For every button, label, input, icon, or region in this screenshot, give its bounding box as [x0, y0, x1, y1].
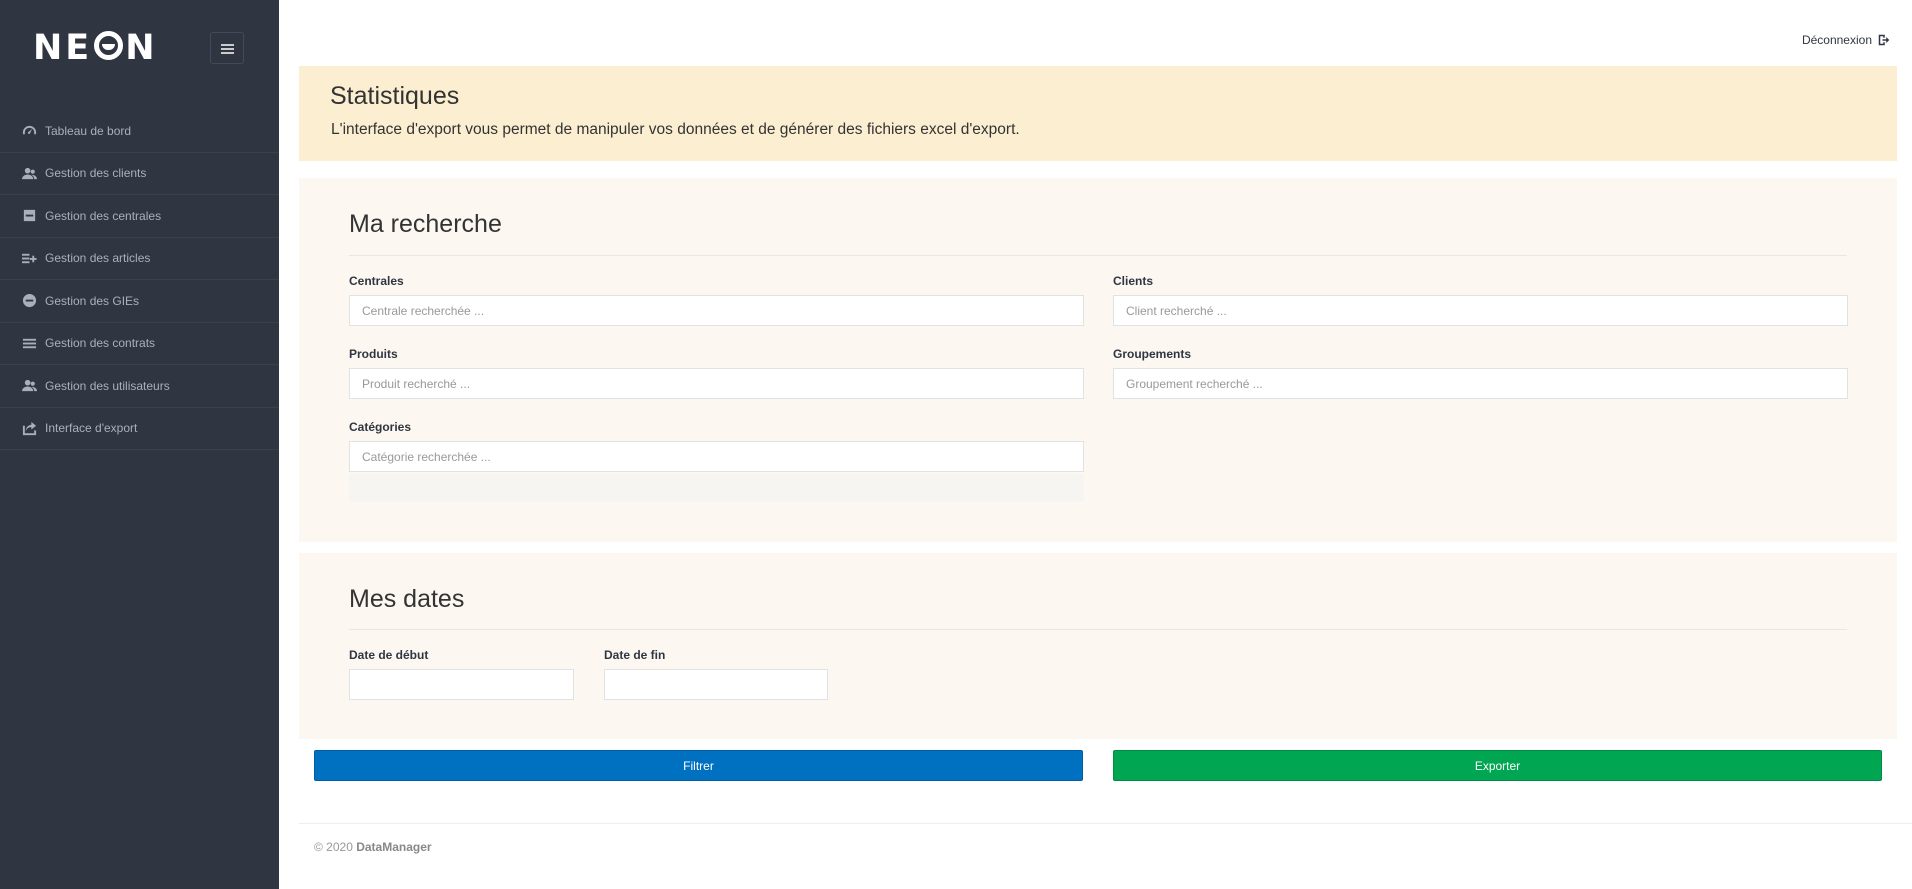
brand-logo[interactable]: NE N [33, 28, 158, 68]
sidebar-item-label: Gestion des articles [45, 251, 151, 266]
categories-label: Catégories [349, 420, 412, 434]
logo-text-left: NE [33, 28, 93, 68]
search-panel-title: Ma recherche [349, 210, 502, 238]
sidebar-item-label: Gestion des clients [45, 166, 147, 181]
page-title: Statistiques [330, 82, 460, 110]
end-date-label: Date de fin [604, 648, 666, 662]
export-icon [22, 421, 37, 436]
groupements-input[interactable] [1113, 368, 1848, 399]
dates-panel-title: Mes dates [349, 585, 465, 613]
dropdown-shadow [349, 474, 1084, 502]
list-icon [22, 336, 37, 351]
sidebar-item-label: Gestion des centrales [45, 208, 162, 223]
start-date-input[interactable] [349, 669, 574, 700]
sidebar-item-gies[interactable]: Gestion des GIEs [0, 280, 279, 323]
filter-button[interactable]: Filtrer [314, 750, 1083, 781]
sidebar-item-label: Interface d'export [45, 421, 138, 436]
logo-text-right: N [125, 28, 158, 68]
centrales-input[interactable] [349, 295, 1084, 326]
produits-label: Produits [349, 347, 398, 361]
categories-input[interactable] [349, 441, 1084, 472]
sidebar-item-label: Gestion des GIEs [45, 293, 140, 308]
hamburger-icon-line [221, 48, 234, 50]
produits-input[interactable] [349, 368, 1084, 399]
box-icon [22, 208, 37, 223]
centrales-label: Centrales [349, 274, 404, 288]
sidebar-item-label: Gestion des utilisateurs [45, 378, 170, 393]
users-icon [22, 166, 37, 181]
page-banner: Statistiques L'interface d'export vous p… [299, 66, 1897, 161]
users-icon [22, 378, 37, 393]
end-date-input[interactable] [604, 669, 828, 700]
footer-copyright: © 2020 [314, 840, 353, 854]
sidebar-item-articles[interactable]: Gestion des articles [0, 238, 279, 280]
page-description: L'interface d'export vous permet de mani… [331, 121, 1020, 138]
menu-toggle-button[interactable] [210, 32, 244, 64]
list-add-icon [22, 251, 37, 266]
footer: © 2020 DataManager [314, 840, 432, 854]
divider [349, 629, 1847, 630]
minus-circle-icon [22, 293, 37, 308]
sidebar-item-utilisateurs[interactable]: Gestion des utilisateurs [0, 365, 279, 408]
footer-divider [299, 823, 1912, 824]
hamburger-icon [221, 44, 234, 46]
sidebar-item-centrales[interactable]: Gestion des centrales [0, 195, 279, 238]
start-date-label: Date de début [349, 648, 429, 662]
logout-link[interactable]: Déconnexion [1802, 33, 1890, 47]
gauge-icon [22, 123, 37, 138]
sidebar-item-contrats[interactable]: Gestion des contrats [0, 323, 279, 365]
logo-o-icon [94, 31, 124, 60]
divider [349, 255, 1847, 256]
sidebar-item-label: Gestion des contrats [45, 336, 156, 351]
sidebar-nav: Tableau de bord Gestion des clients Gest… [0, 110, 279, 450]
groupements-label: Groupements [1113, 347, 1192, 361]
main-content: Déconnexion Statistiques L'interface d'e… [279, 0, 1912, 889]
footer-company: DataManager [356, 840, 432, 854]
sidebar-item-label: Tableau de bord [45, 123, 132, 138]
export-button[interactable]: Exporter [1113, 750, 1882, 781]
dates-panel: Mes dates Date de début Date de fin [299, 553, 1897, 739]
sidebar-item-clients[interactable]: Gestion des clients [0, 153, 279, 195]
sidebar-item-tableau-de-bord[interactable]: Tableau de bord [0, 110, 279, 153]
logo-row: NE N [0, 0, 279, 110]
hamburger-icon-line [221, 52, 234, 54]
logout-icon [1878, 34, 1890, 46]
sidebar-item-export[interactable]: Interface d'export [0, 408, 279, 450]
logout-label: Déconnexion [1801, 33, 1872, 47]
sidebar: NE N Tableau de bord Gestion des clients … [0, 0, 279, 889]
clients-label: Clients [1113, 274, 1154, 288]
clients-input[interactable] [1113, 295, 1848, 326]
search-panel: Ma recherche Centrales Clients Produits … [299, 178, 1897, 542]
